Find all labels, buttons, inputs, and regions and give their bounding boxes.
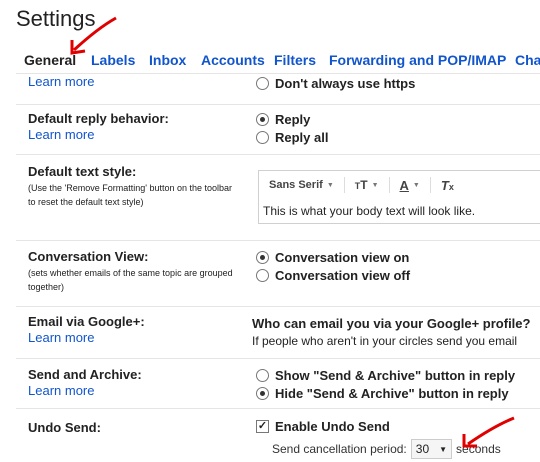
radio-button[interactable] (256, 369, 269, 382)
font-family-value: Sans Serif (269, 179, 323, 191)
settings-row-https: Learn more Don't always use https (16, 74, 540, 105)
toolbar-separator (388, 177, 390, 193)
tab-inbox[interactable]: Inbox (149, 52, 186, 68)
radio-conversation-on[interactable]: Conversation view on (256, 250, 409, 265)
reply-label: Default reply behavior: (28, 111, 169, 126)
undo-send-label: Undo Send: (28, 420, 101, 435)
text-style-help: (Use the 'Remove Formatting' button on t… (28, 183, 233, 207)
google-plus-label: Email via Google+: (28, 314, 145, 329)
tab-chat[interactable]: Cha (515, 52, 540, 68)
enable-undo-send-checkbox[interactable]: ✓ Enable Undo Send (256, 419, 390, 434)
learn-more-link[interactable]: Learn more (28, 127, 94, 142)
radio-button[interactable] (256, 251, 269, 264)
radio-reply[interactable]: Reply (256, 112, 310, 127)
toolbar-separator (429, 177, 431, 193)
settings-row-conversation-view: Conversation View: (sets whether emails … (16, 240, 540, 307)
radio-show-send-archive[interactable]: Show "Send & Archive" button in reply (256, 368, 515, 383)
annotation-arrow-icon (462, 416, 515, 448)
radio-reply-all[interactable]: Reply all (256, 130, 328, 145)
cancellation-period-select[interactable]: 30 ▼ (410, 439, 453, 459)
period-label: Send cancellation period: (272, 442, 407, 456)
learn-more-link[interactable]: Learn more (28, 74, 94, 89)
checkmark-icon[interactable]: ✓ (256, 420, 269, 433)
annotation-arrow-icon (70, 16, 117, 55)
radio-button[interactable] (256, 77, 269, 90)
option-label: Don't always use https (275, 76, 416, 91)
settings-row-reply: Default reply behavior: Learn more Reply… (16, 104, 540, 155)
settings-row-text-style: Default text style: (Use the 'Remove For… (16, 154, 540, 241)
option-label: Conversation view off (275, 268, 411, 283)
dropdown-caret-icon: ▼ (326, 181, 334, 189)
remove-formatting-button[interactable]: Tx (441, 178, 454, 193)
settings-row-google-plus: Email via Google+: Learn more Who can em… (16, 306, 540, 359)
dropdown-caret-icon: ▼ (371, 181, 379, 189)
tab-filters[interactable]: Filters (274, 52, 316, 68)
settings-row-send-archive: Send and Archive: Learn more Show "Send … (16, 358, 540, 409)
conversation-label: Conversation View: (28, 249, 149, 264)
radio-button[interactable] (256, 387, 269, 400)
dropdown-caret-icon: ▼ (439, 444, 448, 454)
formatting-toolbar: Sans Serif ▼ TT ▼ A ▼ Tx (259, 171, 540, 199)
text-style-label: Default text style: (28, 164, 137, 179)
option-label: Show "Send & Archive" button in reply (275, 368, 516, 383)
tab-forwarding-pop-imap[interactable]: Forwarding and POP/IMAP (329, 52, 506, 68)
toolbar-separator (343, 177, 345, 193)
radio-hide-send-archive[interactable]: Hide "Send & Archive" button in reply (256, 386, 509, 401)
text-style-preview: This is what your body text will look li… (263, 204, 476, 218)
learn-more-link[interactable]: Learn more (28, 330, 94, 345)
text-color-button[interactable]: A ▼ (400, 178, 420, 193)
dropdown-caret-icon: ▼ (412, 181, 420, 189)
text-size-icon: TT (354, 178, 368, 192)
conversation-help: (sets whether emails of the same topic a… (28, 268, 233, 292)
radio-conversation-off[interactable]: Conversation view off (256, 268, 410, 283)
font-size-button[interactable]: TT ▼ (355, 178, 379, 192)
radio-button[interactable] (256, 269, 269, 282)
radio-button[interactable] (256, 113, 269, 126)
tab-accounts[interactable]: Accounts (201, 52, 265, 68)
option-label: Conversation view on (275, 250, 410, 265)
radio-dont-always-https[interactable]: Don't always use https (256, 76, 415, 91)
text-color-icon: A (399, 177, 409, 193)
option-label: Hide "Send & Archive" button in reply (275, 386, 509, 401)
font-family-select[interactable]: Sans Serif ▼ (269, 179, 334, 191)
option-label: Reply (275, 112, 311, 127)
text-style-editor: Sans Serif ▼ TT ▼ A ▼ Tx This is what yo… (258, 170, 540, 224)
checkbox-label: Enable Undo Send (275, 419, 390, 434)
radio-button[interactable] (256, 131, 269, 144)
option-label: Reply all (275, 130, 329, 145)
remove-formatting-icon: Tx (440, 177, 454, 193)
period-value: 30 (415, 442, 430, 456)
google-plus-question: Who can email you via your Google+ profi… (252, 316, 531, 331)
learn-more-link[interactable]: Learn more (28, 383, 94, 398)
google-plus-description: If people who aren't in your circles sen… (252, 334, 518, 348)
send-archive-label: Send and Archive: (28, 367, 142, 382)
